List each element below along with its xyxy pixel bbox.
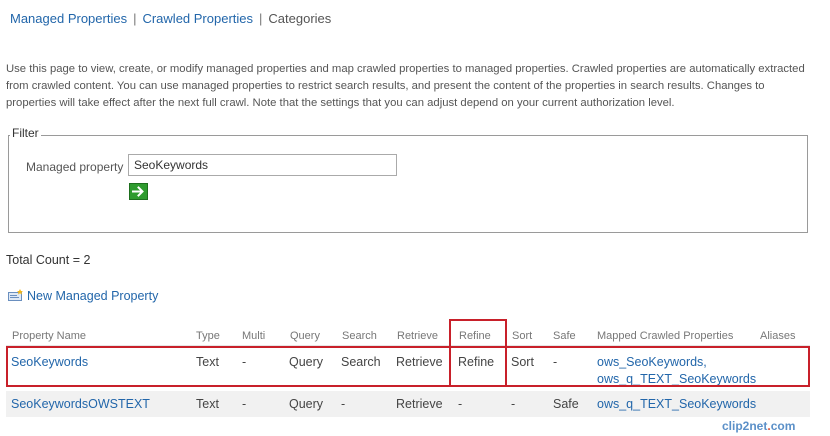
row2-sort: - bbox=[511, 397, 516, 411]
nav-managed-properties[interactable]: Managed Properties bbox=[10, 11, 127, 26]
highlight-refine-column-box bbox=[449, 319, 507, 387]
row2-search: - bbox=[341, 397, 346, 411]
header-retrieve[interactable]: Retrieve bbox=[397, 330, 438, 342]
new-managed-property-label: New Managed Property bbox=[27, 289, 159, 303]
page-description: Use this page to view, create, or modify… bbox=[6, 63, 805, 109]
nav-crawled-properties[interactable]: Crawled Properties bbox=[142, 11, 253, 26]
new-item-icon bbox=[8, 289, 23, 301]
managed-property-input[interactable] bbox=[128, 154, 397, 176]
top-nav: Managed Properties | Crawled Properties | Ca… bbox=[10, 11, 331, 26]
header-property-name[interactable]: Property Name bbox=[12, 330, 86, 342]
nav-separator: | bbox=[133, 11, 137, 26]
filter-fieldset bbox=[8, 135, 808, 233]
row2-multi: - bbox=[242, 397, 247, 411]
filter-go-button[interactable] bbox=[129, 183, 148, 200]
header-sort[interactable]: Sort bbox=[512, 330, 532, 342]
watermark-left: clip2net bbox=[722, 419, 768, 433]
header-safe[interactable]: Safe bbox=[553, 330, 576, 342]
nav-separator: | bbox=[259, 11, 263, 26]
header-aliases[interactable]: Aliases bbox=[760, 330, 795, 342]
new-managed-property-link[interactable]: New Managed Property bbox=[8, 289, 158, 303]
managed-property-label: Managed property bbox=[26, 160, 124, 174]
nav-categories[interactable]: Categories bbox=[268, 11, 331, 26]
row2-query: Query bbox=[289, 397, 324, 411]
row2-refine: - bbox=[458, 397, 463, 411]
header-multi[interactable]: Multi bbox=[242, 330, 265, 342]
row2-retrieve: Retrieve bbox=[396, 397, 443, 411]
header-search[interactable]: Search bbox=[342, 330, 377, 342]
row2-property-name-link[interactable]: SeoKeywordsOWSTEXT bbox=[11, 397, 150, 411]
row2-type: Text bbox=[196, 397, 219, 411]
clip2net-watermark: clip2net.com bbox=[722, 419, 795, 433]
row2-safe: Safe bbox=[553, 397, 579, 411]
highlight-row-box bbox=[6, 346, 810, 387]
header-type[interactable]: Type bbox=[196, 330, 220, 342]
header-query[interactable]: Query bbox=[290, 330, 320, 342]
watermark-right: com bbox=[770, 419, 796, 433]
header-mapped-crawled-properties[interactable]: Mapped Crawled Properties bbox=[597, 330, 733, 342]
filter-legend: Filter bbox=[10, 126, 41, 140]
total-count: Total Count = 2 bbox=[6, 253, 91, 267]
row2-mapped-property-link[interactable]: ows_q_TEXT_SeoKeywords bbox=[597, 397, 756, 411]
arrow-right-icon bbox=[132, 186, 144, 197]
